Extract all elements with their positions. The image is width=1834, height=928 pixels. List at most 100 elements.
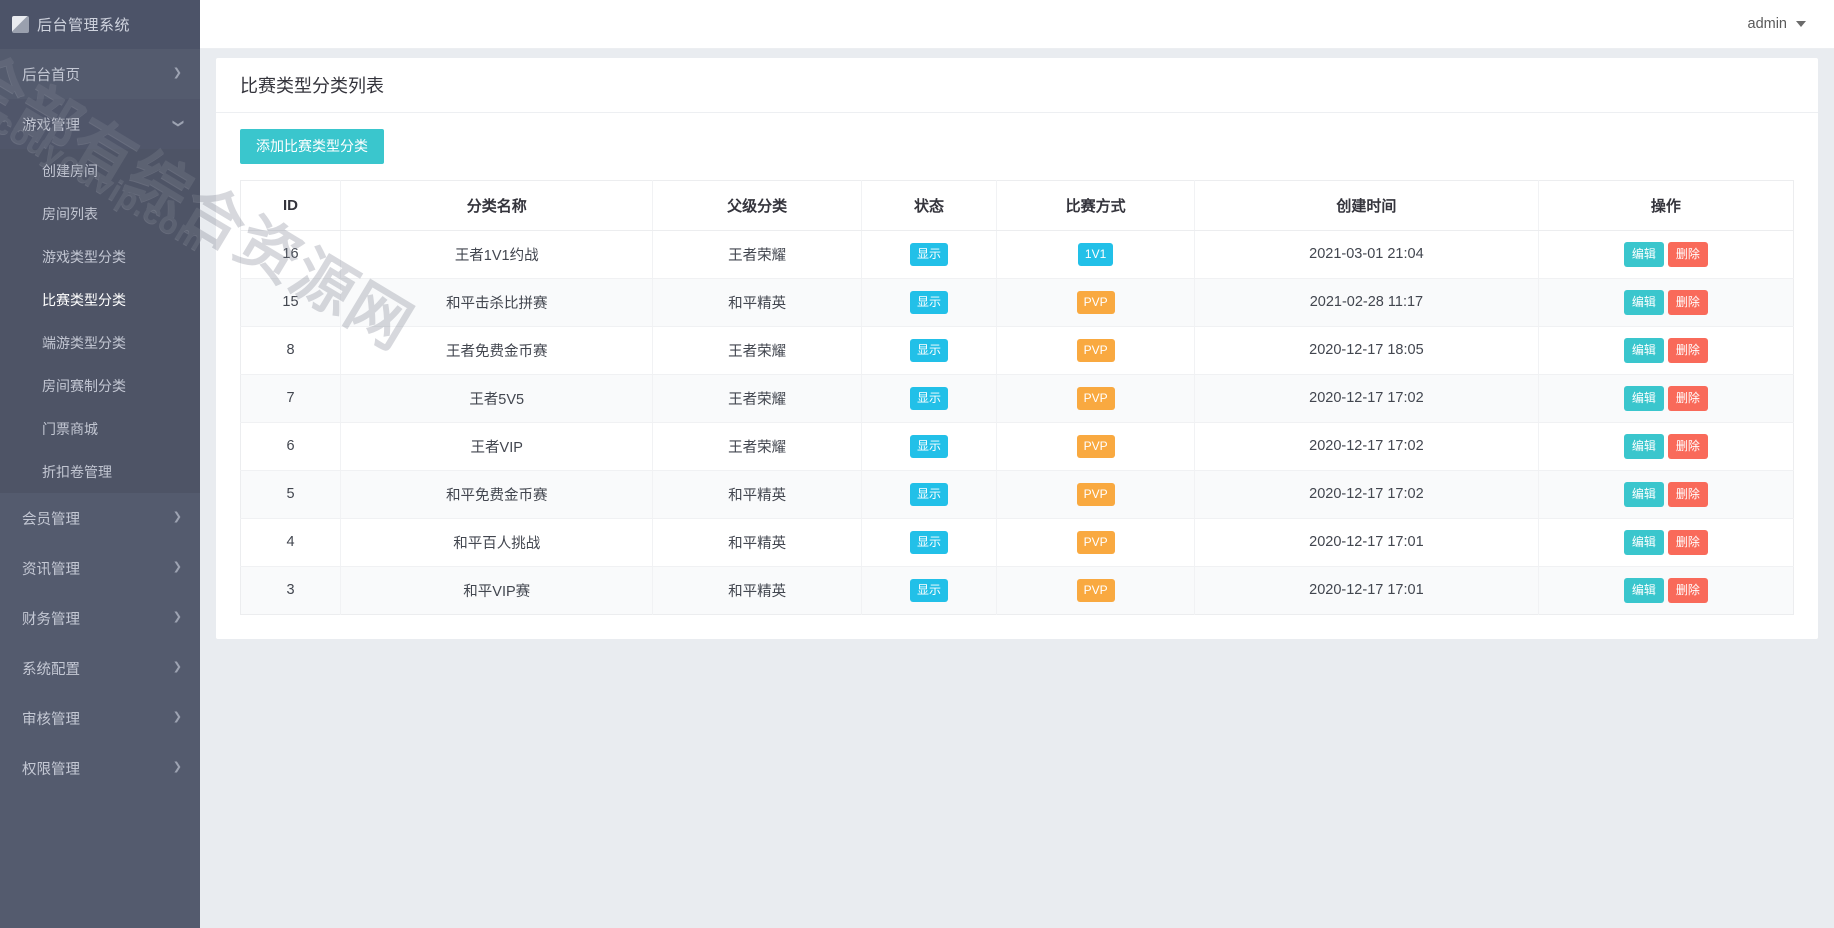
sidebar-subitem-label: 门票商城 bbox=[42, 419, 98, 439]
table-row: 7王者5V5王者荣耀显示PVP2020-12-17 17:02编辑删除 bbox=[241, 374, 1794, 422]
match-mode-badge: PVP bbox=[1077, 291, 1115, 314]
sidebar-subitem-label: 端游类型分类 bbox=[42, 333, 126, 353]
sidebar-item-game-type-category[interactable]: 游戏类型分类 bbox=[0, 235, 200, 278]
sidebar-item-label: 会员管理 bbox=[22, 508, 80, 529]
sidebar-item-ticket-shop[interactable]: 门票商城 bbox=[0, 407, 200, 450]
cell-name: 王者VIP bbox=[340, 422, 652, 470]
sidebar-submenu-game-management: 创建房间 房间列表 游戏类型分类 比赛类型分类 端游类型分类 房间赛制分类 bbox=[0, 149, 200, 493]
sidebar-item-room-format-category[interactable]: 房间赛制分类 bbox=[0, 364, 200, 407]
delete-button[interactable]: 删除 bbox=[1668, 338, 1708, 363]
cell-status: 显示 bbox=[861, 470, 996, 518]
cell-operations: 编辑删除 bbox=[1538, 470, 1793, 518]
cell-mode: 1V1 bbox=[997, 230, 1195, 278]
cell-id: 7 bbox=[241, 374, 341, 422]
cell-create-time: 2021-02-28 11:17 bbox=[1195, 278, 1539, 326]
sidebar-item-label: 后台首页 bbox=[22, 64, 80, 85]
cell-operations: 编辑删除 bbox=[1538, 518, 1793, 566]
panel-header: 比赛类型分类列表 bbox=[216, 58, 1818, 113]
status-badge[interactable]: 显示 bbox=[910, 387, 948, 410]
edit-button[interactable]: 编辑 bbox=[1624, 482, 1664, 507]
sidebar-item-game-management[interactable]: 游戏管理 ❯ bbox=[0, 99, 200, 149]
column-header-id: ID bbox=[241, 180, 341, 230]
cell-id: 8 bbox=[241, 326, 341, 374]
topbar: admin bbox=[200, 0, 1834, 49]
cell-create-time: 2020-12-17 17:01 bbox=[1195, 518, 1539, 566]
brand-header[interactable]: 后台管理系统 bbox=[0, 0, 200, 49]
chevron-right-icon: ❯ bbox=[173, 68, 182, 79]
cell-status: 显示 bbox=[861, 566, 996, 614]
status-badge[interactable]: 显示 bbox=[910, 435, 948, 458]
status-badge[interactable]: 显示 bbox=[910, 339, 948, 362]
sidebar-item-home[interactable]: 后台首页 ❯ bbox=[0, 49, 200, 99]
edit-button[interactable]: 编辑 bbox=[1624, 242, 1664, 267]
match-mode-badge: PVP bbox=[1077, 483, 1115, 506]
table-row: 16王者1V1约战王者荣耀显示1V12021-03-01 21:04编辑删除 bbox=[241, 230, 1794, 278]
delete-button[interactable]: 删除 bbox=[1668, 434, 1708, 459]
match-mode-badge: PVP bbox=[1077, 579, 1115, 602]
sidebar-item-label: 游戏管理 bbox=[22, 114, 80, 135]
cell-operations: 编辑删除 bbox=[1538, 566, 1793, 614]
cell-mode: PVP bbox=[997, 278, 1195, 326]
sidebar-item-member-management[interactable]: 会员管理 ❯ bbox=[0, 493, 200, 543]
delete-button[interactable]: 删除 bbox=[1668, 386, 1708, 411]
table-header-row: ID 分类名称 父级分类 状态 比赛方式 创建时间 操作 bbox=[241, 180, 1794, 230]
sidebar-subitem-label: 创建房间 bbox=[42, 161, 98, 181]
cell-parent: 王者荣耀 bbox=[653, 326, 861, 374]
delete-button[interactable]: 删除 bbox=[1668, 482, 1708, 507]
sidebar-item-permission-management[interactable]: 权限管理 ❯ bbox=[0, 743, 200, 793]
status-badge[interactable]: 显示 bbox=[910, 483, 948, 506]
cell-create-time: 2021-03-01 21:04 bbox=[1195, 230, 1539, 278]
sidebar-item-label: 系统配置 bbox=[22, 658, 80, 679]
sidebar-item-finance-management[interactable]: 财务管理 ❯ bbox=[0, 593, 200, 643]
cell-mode: PVP bbox=[997, 374, 1195, 422]
cell-name: 和平VIP赛 bbox=[340, 566, 652, 614]
sidebar-subitem-label: 比赛类型分类 bbox=[42, 290, 126, 310]
sidebar-item-system-config[interactable]: 系统配置 ❯ bbox=[0, 643, 200, 693]
status-badge[interactable]: 显示 bbox=[910, 531, 948, 554]
table-row: 5和平免费金币赛和平精英显示PVP2020-12-17 17:02编辑删除 bbox=[241, 470, 1794, 518]
cell-status: 显示 bbox=[861, 374, 996, 422]
cell-create-time: 2020-12-17 17:02 bbox=[1195, 422, 1539, 470]
sidebar-item-label: 财务管理 bbox=[22, 608, 80, 629]
edit-button[interactable]: 编辑 bbox=[1624, 530, 1664, 555]
edit-button[interactable]: 编辑 bbox=[1624, 434, 1664, 459]
cell-create-time: 2020-12-17 17:01 bbox=[1195, 566, 1539, 614]
table-row: 8王者免费金币赛王者荣耀显示PVP2020-12-17 18:05编辑删除 bbox=[241, 326, 1794, 374]
sidebar-item-create-room[interactable]: 创建房间 bbox=[0, 149, 200, 192]
delete-button[interactable]: 删除 bbox=[1668, 578, 1708, 603]
chevron-right-icon: ❯ bbox=[173, 762, 182, 773]
cell-status: 显示 bbox=[861, 326, 996, 374]
edit-button[interactable]: 编辑 bbox=[1624, 386, 1664, 411]
status-badge[interactable]: 显示 bbox=[910, 291, 948, 314]
status-badge[interactable]: 显示 bbox=[910, 579, 948, 602]
column-header-time: 创建时间 bbox=[1195, 180, 1539, 230]
cell-name: 王者1V1约战 bbox=[340, 230, 652, 278]
delete-button[interactable]: 删除 bbox=[1668, 242, 1708, 267]
delete-button[interactable]: 删除 bbox=[1668, 530, 1708, 555]
status-badge[interactable]: 显示 bbox=[910, 243, 948, 266]
cell-status: 显示 bbox=[861, 518, 996, 566]
edit-button[interactable]: 编辑 bbox=[1624, 338, 1664, 363]
add-match-type-category-button[interactable]: 添加比赛类型分类 bbox=[240, 129, 384, 164]
edit-button[interactable]: 编辑 bbox=[1624, 578, 1664, 603]
sidebar-item-pc-game-type-category[interactable]: 端游类型分类 bbox=[0, 321, 200, 364]
sidebar-item-audit-management[interactable]: 审核管理 ❯ bbox=[0, 693, 200, 743]
table-container: ID 分类名称 父级分类 状态 比赛方式 创建时间 操作 16王者1V1约战王者… bbox=[216, 164, 1818, 639]
chevron-right-icon: ❯ bbox=[173, 712, 182, 723]
chevron-right-icon: ❯ bbox=[173, 662, 182, 673]
user-menu[interactable]: admin bbox=[1748, 16, 1807, 32]
sidebar-item-news-management[interactable]: 资讯管理 ❯ bbox=[0, 543, 200, 593]
toolbar: 添加比赛类型分类 bbox=[216, 113, 1818, 164]
column-header-parent: 父级分类 bbox=[653, 180, 861, 230]
sidebar-item-room-list[interactable]: 房间列表 bbox=[0, 192, 200, 235]
sidebar-item-match-type-category[interactable]: 比赛类型分类 bbox=[0, 278, 200, 321]
sidebar-subitem-label: 房间列表 bbox=[42, 204, 98, 224]
table-row: 6王者VIP王者荣耀显示PVP2020-12-17 17:02编辑删除 bbox=[241, 422, 1794, 470]
cell-id: 15 bbox=[241, 278, 341, 326]
edit-button[interactable]: 编辑 bbox=[1624, 290, 1664, 315]
cell-name: 王者5V5 bbox=[340, 374, 652, 422]
cell-status: 显示 bbox=[861, 278, 996, 326]
sidebar-item-coupon-management[interactable]: 折扣卷管理 bbox=[0, 450, 200, 493]
delete-button[interactable]: 删除 bbox=[1668, 290, 1708, 315]
cell-operations: 编辑删除 bbox=[1538, 230, 1793, 278]
